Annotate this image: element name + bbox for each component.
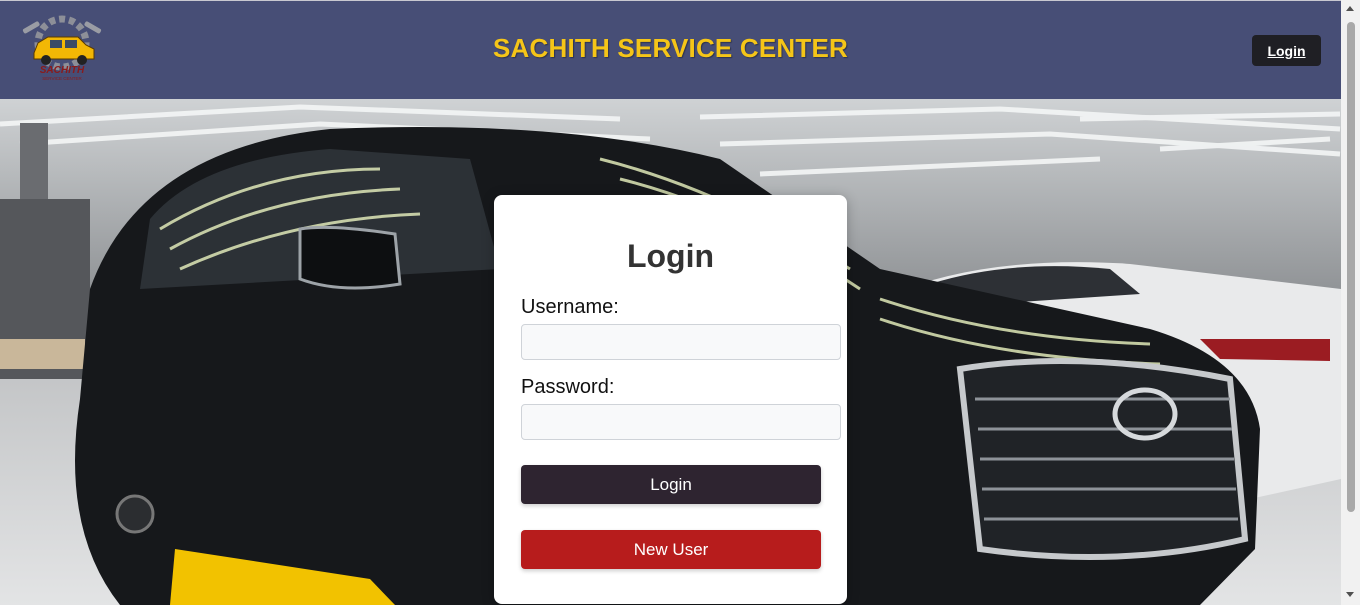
- login-button[interactable]: Login: [521, 465, 821, 504]
- username-label: Username:: [521, 296, 619, 318]
- site-header: SACHITH SERVICE CENTER SACHITH SERVICE C…: [0, 0, 1341, 99]
- header-login-button[interactable]: Login: [1252, 35, 1321, 66]
- new-user-button[interactable]: New User: [521, 530, 821, 569]
- site-title: SACHITH SERVICE CENTER: [493, 33, 848, 63]
- logo-wordmark: SACHITH: [40, 65, 85, 76]
- scrollbar-thumb[interactable]: [1347, 22, 1355, 512]
- logo-subtext: SERVICE CENTER: [42, 76, 82, 81]
- username-input[interactable]: [521, 324, 841, 360]
- login-heading: Login: [626, 238, 715, 274]
- login-card: Login Username: Password: Login New User: [494, 195, 847, 604]
- password-input[interactable]: [521, 404, 841, 440]
- scroll-up-arrow-icon[interactable]: [1346, 6, 1354, 11]
- page-scrollbar[interactable]: [1341, 0, 1360, 605]
- scroll-down-arrow-icon[interactable]: [1346, 592, 1354, 597]
- password-label: Password:: [521, 376, 615, 398]
